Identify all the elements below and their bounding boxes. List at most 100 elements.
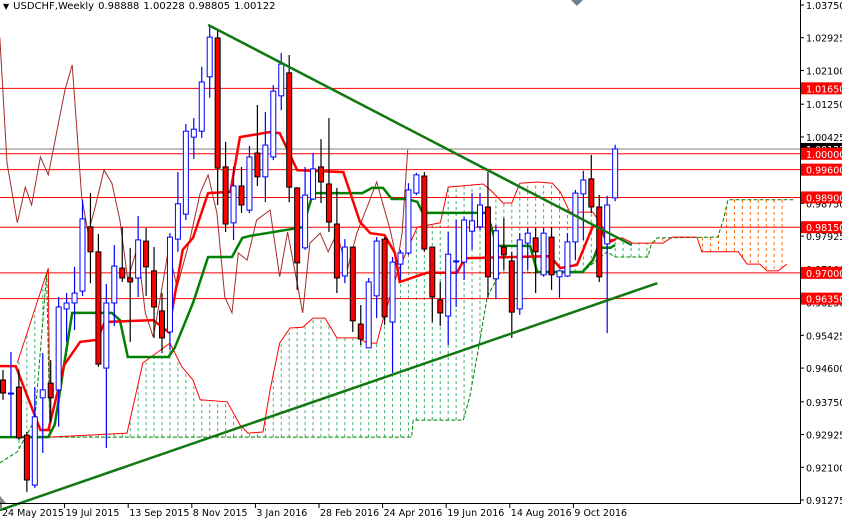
time-tick-label: 3 Jan 2016 <box>256 508 307 519</box>
candle-body <box>230 185 237 224</box>
bullish-candle <box>341 239 348 284</box>
price-chart[interactable]: 1.037501.029251.021001.012501.004250.987… <box>0 0 842 520</box>
candle-body <box>516 239 523 310</box>
candle-body <box>484 206 491 278</box>
candle-body <box>373 240 380 297</box>
price-axis-labels: 1.037501.029251.021001.012501.004250.987… <box>800 1 842 507</box>
candle-body <box>294 187 301 264</box>
bearish-candle <box>159 293 165 353</box>
candle-body <box>182 130 189 215</box>
candle-body <box>596 206 603 278</box>
scroll-marker-icon <box>0 496 6 503</box>
chart-shift-marker-icon[interactable] <box>571 0 583 6</box>
candle-body <box>580 179 587 195</box>
bullish-candle <box>103 283 110 448</box>
price-tick-label: 1.03750 <box>806 1 842 12</box>
bullish-candle <box>302 166 309 250</box>
bearish-candle <box>325 118 332 232</box>
chart-title: ▼ USDCHF,Weekly 0.98888 1.00228 0.98805 … <box>3 1 276 12</box>
bearish-candle <box>87 193 94 284</box>
candle-body <box>302 194 309 249</box>
time-tick-label: 9 Oct 2016 <box>574 508 627 519</box>
bullish-candle <box>524 228 531 271</box>
candle-body <box>31 416 38 486</box>
candle-body <box>127 277 134 283</box>
bearish-candle <box>333 187 340 294</box>
price-tick-label: 0.91275 <box>806 496 842 507</box>
bullish-candle <box>174 172 181 252</box>
candle-body <box>477 204 483 228</box>
bullish-candle <box>580 170 587 240</box>
candle-body <box>453 260 460 263</box>
candle-body <box>564 241 571 277</box>
bullish-candle <box>564 233 571 277</box>
bullish-candle <box>477 193 483 230</box>
candle-body <box>437 299 444 314</box>
candle-body <box>0 379 6 394</box>
bearish-candle <box>254 104 261 186</box>
bullish-candle <box>516 233 523 315</box>
symbol-timeframe: USDCHF,Weekly <box>13 1 95 12</box>
bearish-candle <box>0 370 6 400</box>
bullish-candle <box>373 237 380 319</box>
candle-body <box>325 183 332 223</box>
bullish-candle <box>71 266 78 330</box>
candle-body <box>357 323 364 340</box>
bullish-candle <box>166 233 173 350</box>
level-label: 0.97000 <box>806 269 842 280</box>
candle-body <box>174 203 181 240</box>
candle-body <box>214 37 221 169</box>
senkou-span-b-line <box>16 181 788 438</box>
candle-body <box>341 246 348 277</box>
price-tick-label: 0.95425 <box>806 331 842 342</box>
candle-body <box>413 174 420 194</box>
candle-body <box>206 36 213 78</box>
candle-body <box>262 144 269 178</box>
bullish-candle <box>469 193 476 250</box>
bearish-candle <box>357 304 364 346</box>
candle-body <box>349 246 356 322</box>
time-tick-label: 24 May 2015 <box>2 508 64 519</box>
bullish-candle <box>190 118 197 159</box>
bullish-candle <box>135 216 142 298</box>
candle-body <box>429 246 436 298</box>
level-label: 0.96350 <box>806 295 842 306</box>
bullish-candle <box>604 195 611 334</box>
candle-body <box>151 270 158 308</box>
bearish-candle <box>222 141 229 232</box>
time-axis-labels: 24 May 2015 19 Jul 2015 13 Sep 2015 8 Nov 2… <box>0 503 627 519</box>
dropdown-triangle-icon[interactable]: ▼ <box>3 2 9 11</box>
price-tick-label: 0.92925 <box>806 431 842 442</box>
bullish-candle <box>461 216 468 280</box>
candle-body <box>524 232 531 244</box>
candlesticks <box>0 24 619 492</box>
bearish-candle <box>23 431 30 492</box>
bullish-candle <box>445 231 452 346</box>
bullish-candle <box>389 256 396 373</box>
bullish-candle <box>262 112 269 203</box>
time-tick-label: 24 Apr 2016 <box>384 508 443 519</box>
candle-body <box>397 252 404 265</box>
price-tick-label: 1.02100 <box>806 66 842 77</box>
candle-body <box>103 302 110 369</box>
level-label: 0.99600 <box>806 166 842 177</box>
candle-body <box>190 128 197 138</box>
candle-body <box>222 166 229 225</box>
price-tick-label: 1.01250 <box>806 100 842 111</box>
candle-body <box>469 220 476 232</box>
candle-body <box>310 168 317 200</box>
candle-body <box>63 302 70 310</box>
bearish-candle <box>214 29 221 205</box>
ohlc-low: 0.98805 <box>188 1 231 12</box>
candle-body <box>588 178 595 208</box>
candle-body <box>55 306 62 391</box>
bearish-candle <box>381 237 388 325</box>
ohlc-high: 1.00228 <box>143 1 185 12</box>
candle-body <box>159 310 165 339</box>
candle-body <box>286 72 293 188</box>
candle-body <box>111 265 118 304</box>
candle-body <box>270 90 277 158</box>
candle-body <box>333 223 340 279</box>
candle-body <box>365 281 372 349</box>
bearish-candle <box>143 228 150 296</box>
